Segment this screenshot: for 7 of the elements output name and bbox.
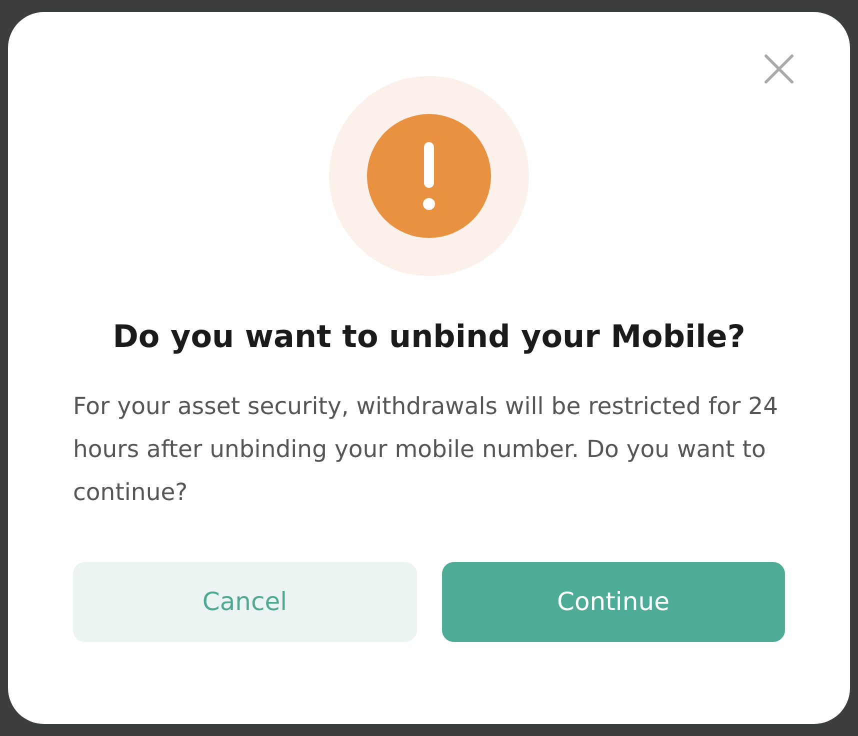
continue-button[interactable]: Continue — [442, 562, 785, 642]
cancel-button[interactable]: Cancel — [73, 562, 416, 642]
close-button[interactable] — [764, 54, 794, 84]
close-icon — [764, 54, 794, 84]
dialog-title: Do you want to unbind your Mobile? — [112, 318, 746, 357]
dialog-message: For your asset security, withdrawals will be restricted for 24 hours after unbinding your mobile number. Do you want to continue? — [73, 390, 780, 508]
warning-icon — [367, 114, 491, 238]
